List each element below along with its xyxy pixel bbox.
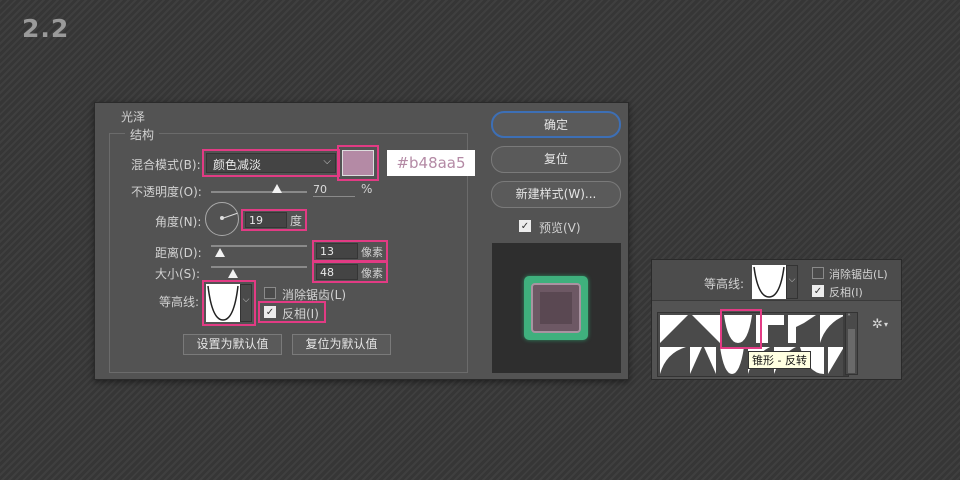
angle-unit: 度 bbox=[290, 214, 303, 228]
opacity-label: 不透明度(O): bbox=[131, 185, 202, 199]
preview-square-outer bbox=[524, 276, 588, 340]
panel-contour-chevron-icon[interactable]: ⌵ bbox=[786, 265, 798, 299]
blend-mode-value: 颜色减淡 bbox=[213, 158, 262, 172]
preset-tooltip: 锥形 - 反转 bbox=[748, 351, 811, 369]
angle-input[interactable]: 19 bbox=[245, 212, 287, 228]
panel-antialias-checkbox[interactable] bbox=[812, 267, 824, 279]
new-style-button[interactable]: 新建样式(W)... bbox=[491, 181, 621, 208]
contour-label: 等高线: bbox=[159, 295, 200, 309]
panel-invert-checkbox[interactable]: ✓ bbox=[812, 285, 824, 297]
cone-inverted-contour-icon bbox=[753, 266, 785, 298]
opacity-input[interactable]: 70 bbox=[313, 183, 355, 197]
blend-mode-label: 混合模式(B): bbox=[131, 158, 201, 172]
cone-inverted-contour-icon bbox=[207, 285, 239, 321]
gear-icon[interactable]: ✲ bbox=[872, 317, 883, 332]
size-slider-thumb[interactable] bbox=[228, 269, 238, 278]
reset-button[interactable]: 复位 bbox=[491, 146, 621, 173]
distance-slider-track[interactable] bbox=[211, 245, 307, 247]
make-default-button[interactable]: 设置为默认值 bbox=[183, 334, 282, 355]
ok-button[interactable]: 确定 bbox=[491, 111, 621, 138]
distance-slider-thumb[interactable] bbox=[215, 248, 225, 257]
panel-contour-label: 等高线: bbox=[704, 277, 745, 291]
distance-label: 距离(D): bbox=[155, 246, 202, 260]
preview-square-core bbox=[540, 292, 572, 324]
reset-default-button[interactable]: 复位为默认值 bbox=[292, 334, 391, 355]
preview-square-inner bbox=[531, 283, 581, 333]
gear-menu-chevron-icon[interactable]: ▾ bbox=[884, 320, 888, 329]
group-title: 结构 bbox=[125, 126, 160, 143]
color-hex-callout: #b48aa5 bbox=[387, 150, 475, 176]
blend-mode-select[interactable]: 颜色减淡 ⌵ bbox=[206, 153, 336, 173]
size-slider-track[interactable] bbox=[211, 266, 307, 268]
scrollbar-thumb[interactable] bbox=[848, 329, 855, 373]
contour-dropdown-chevron-icon[interactable]: ⌵ bbox=[240, 284, 252, 322]
contour-preview[interactable] bbox=[206, 284, 240, 322]
opacity-slider-track[interactable] bbox=[211, 191, 307, 193]
chevron-down-icon: ⌵ bbox=[323, 156, 331, 167]
invert-label: 反相(I) bbox=[282, 307, 319, 321]
distance-unit: 像素 bbox=[361, 246, 383, 259]
panel-antialias-label: 消除锯齿(L) bbox=[829, 268, 888, 281]
distance-input[interactable]: 13 bbox=[316, 243, 358, 259]
angle-dial[interactable] bbox=[205, 202, 239, 236]
opacity-slider-thumb[interactable] bbox=[272, 184, 282, 193]
antialias-checkbox[interactable] bbox=[264, 287, 276, 299]
size-unit: 像素 bbox=[361, 267, 383, 280]
contour-grid-scrollbar[interactable]: ˄ bbox=[845, 312, 858, 375]
scroll-up-icon[interactable]: ˄ bbox=[847, 313, 851, 322]
angle-dial-center bbox=[220, 216, 224, 220]
panel-contour-preview[interactable] bbox=[752, 265, 786, 299]
invert-checkbox[interactable]: ✓ bbox=[264, 306, 276, 318]
selected-preset-highlight bbox=[720, 309, 762, 349]
section-title: 光泽 bbox=[121, 110, 146, 124]
step-number: 2.2 bbox=[22, 14, 70, 43]
angle-label: 角度(N): bbox=[155, 215, 202, 229]
size-label: 大小(S): bbox=[155, 267, 201, 281]
preview-checkbox[interactable]: ✓ bbox=[519, 220, 531, 232]
size-input[interactable]: 48 bbox=[316, 264, 358, 280]
angle-dial-needle bbox=[222, 212, 238, 219]
color-swatch[interactable] bbox=[342, 150, 374, 176]
satin-dialog: 光泽 结构 混合模式(B): 颜色减淡 ⌵ #b48aa5 不透明度(O): 7… bbox=[94, 102, 629, 380]
style-preview-thumbnail bbox=[492, 243, 621, 373]
panel-invert-label: 反相(I) bbox=[829, 286, 863, 299]
preview-label: 预览(V) bbox=[539, 221, 581, 235]
opacity-unit: % bbox=[361, 182, 373, 196]
